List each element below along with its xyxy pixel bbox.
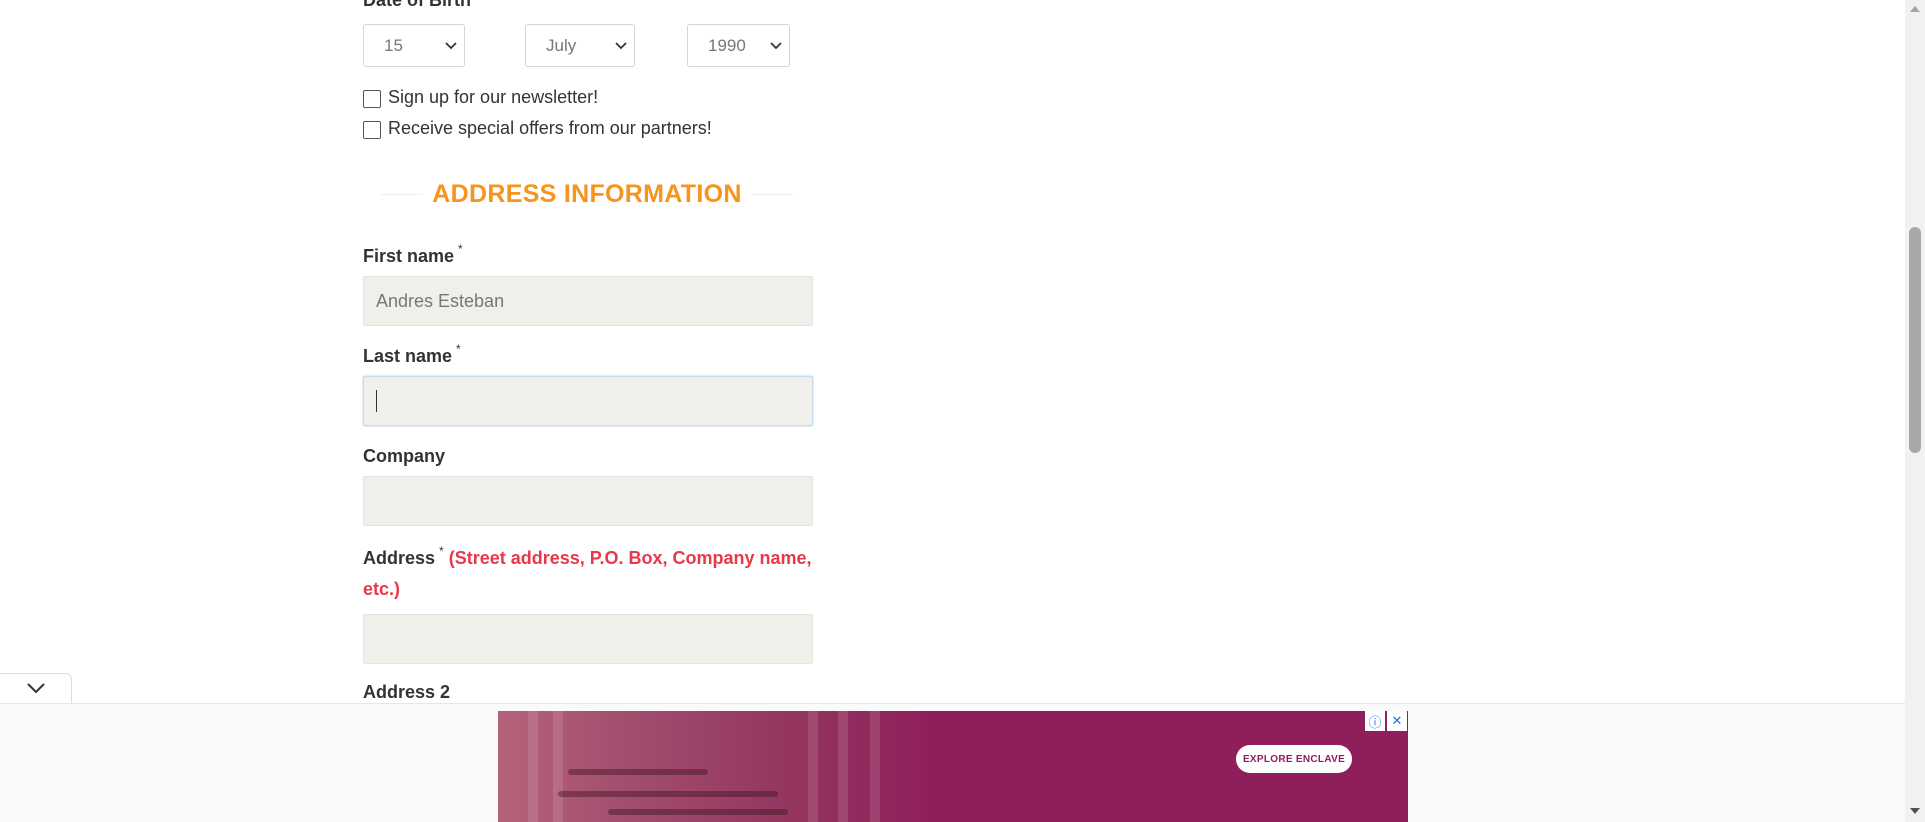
last-name-label-text: Last name xyxy=(363,346,453,366)
address-hint-continued: etc.) xyxy=(363,579,400,600)
address-label: Address * (Street address, P.O. Box, Comp… xyxy=(363,544,812,569)
collapse-ad-button[interactable] xyxy=(0,673,72,705)
dob-year-select[interactable]: 1990 xyxy=(687,24,790,67)
company-label: Company xyxy=(363,446,446,466)
ad-banner-bar: EXPLORE ENCLAVE ⓘ ✕ xyxy=(0,703,1905,822)
divider xyxy=(381,193,423,195)
last-name-input[interactable] xyxy=(363,376,813,426)
company-input[interactable] xyxy=(363,476,813,526)
dob-day-select[interactable]: 15 xyxy=(363,24,465,67)
text-caret xyxy=(376,390,377,412)
section-title-text: ADDRESS INFORMATION xyxy=(432,179,742,208)
ad-image xyxy=(498,711,928,822)
required-marker: * xyxy=(456,342,461,356)
required-marker: * xyxy=(458,242,463,256)
address-input[interactable] xyxy=(363,614,813,664)
newsletter-checkbox[interactable] xyxy=(363,90,381,108)
first-name-value: Andres Esteban xyxy=(376,290,505,311)
dob-month-value: July xyxy=(546,35,577,55)
section-title: ADDRESS INFORMATION xyxy=(381,176,793,212)
scrollbar-thumb[interactable] xyxy=(1909,227,1921,453)
last-name-label: Last name * xyxy=(363,342,461,367)
vertical-scrollbar[interactable] xyxy=(1905,0,1925,822)
dob-year-value: 1990 xyxy=(708,35,746,55)
chevron-down-icon xyxy=(608,41,634,50)
address-hint: (Street address, P.O. Box, Company name, xyxy=(448,548,812,568)
required-marker: * xyxy=(439,544,444,558)
divider xyxy=(751,193,793,195)
offers-checkbox[interactable] xyxy=(363,121,381,139)
address2-label: Address 2 xyxy=(363,682,451,702)
ad-cta-button[interactable]: EXPLORE ENCLAVE xyxy=(1236,745,1352,773)
info-icon[interactable]: ⓘ xyxy=(1365,711,1385,731)
offers-row: Receive special offers from our partners… xyxy=(363,118,712,139)
page: Date of Birth 15 July 1990 Sign up for o… xyxy=(0,0,1905,822)
newsletter-label[interactable]: Sign up for our newsletter! xyxy=(388,87,598,108)
dob-month-select[interactable]: July xyxy=(525,24,635,67)
scroll-up-icon[interactable] xyxy=(1910,6,1920,12)
first-name-label: First name * xyxy=(363,242,463,267)
dob-label: Date of Birth xyxy=(363,0,471,10)
ad-banner[interactable]: EXPLORE ENCLAVE ⓘ ✕ xyxy=(498,711,1408,822)
newsletter-row: Sign up for our newsletter! xyxy=(363,87,598,108)
chevron-down-icon xyxy=(763,41,789,50)
close-icon[interactable]: ✕ xyxy=(1387,711,1407,731)
first-name-input[interactable]: Andres Esteban xyxy=(363,276,813,326)
address-hint-line2: etc.) xyxy=(363,579,401,599)
scroll-down-icon[interactable] xyxy=(1910,808,1920,814)
address-label-text: Address xyxy=(363,548,436,568)
first-name-label-text: First name xyxy=(363,246,455,266)
chevron-down-icon xyxy=(438,41,464,50)
dob-day-value: 15 xyxy=(384,35,403,55)
offers-label[interactable]: Receive special offers from our partners… xyxy=(388,118,712,139)
chevron-down-icon xyxy=(26,681,46,699)
